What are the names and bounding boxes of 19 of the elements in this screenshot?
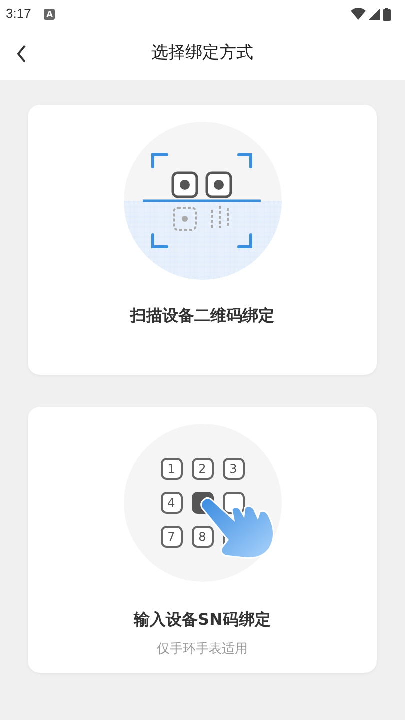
keypad-key: 1 — [160, 458, 182, 480]
back-icon — [17, 45, 27, 63]
option-card[interactable]: 1 2 3 4 7 8 输入设备SN码绑定 仅手环手表适用 — [28, 407, 377, 673]
wifi-icon — [351, 8, 366, 20]
status-time: 3:17 — [6, 5, 32, 24]
option-title: 扫描设备二维码绑定 — [130, 305, 274, 327]
keypad-key: 4 — [160, 492, 182, 514]
keypad-key: 7 — [160, 526, 182, 548]
option-title: 输入设备SN码绑定 — [134, 609, 271, 631]
keypad-key: 8 — [192, 526, 214, 548]
page-title: 选择绑定方式 — [152, 42, 254, 66]
notification-icon: A — [44, 8, 56, 20]
option-card[interactable]: 扫描设备二维码绑定 — [28, 105, 377, 375]
battery-icon — [383, 8, 391, 20]
keypad-key: 3 — [222, 458, 244, 480]
option-subtitle: 仅手环手表适用 — [157, 641, 248, 659]
hand-icon — [198, 496, 278, 562]
signal-icon — [369, 8, 380, 20]
keypad-key: 2 — [192, 458, 214, 480]
